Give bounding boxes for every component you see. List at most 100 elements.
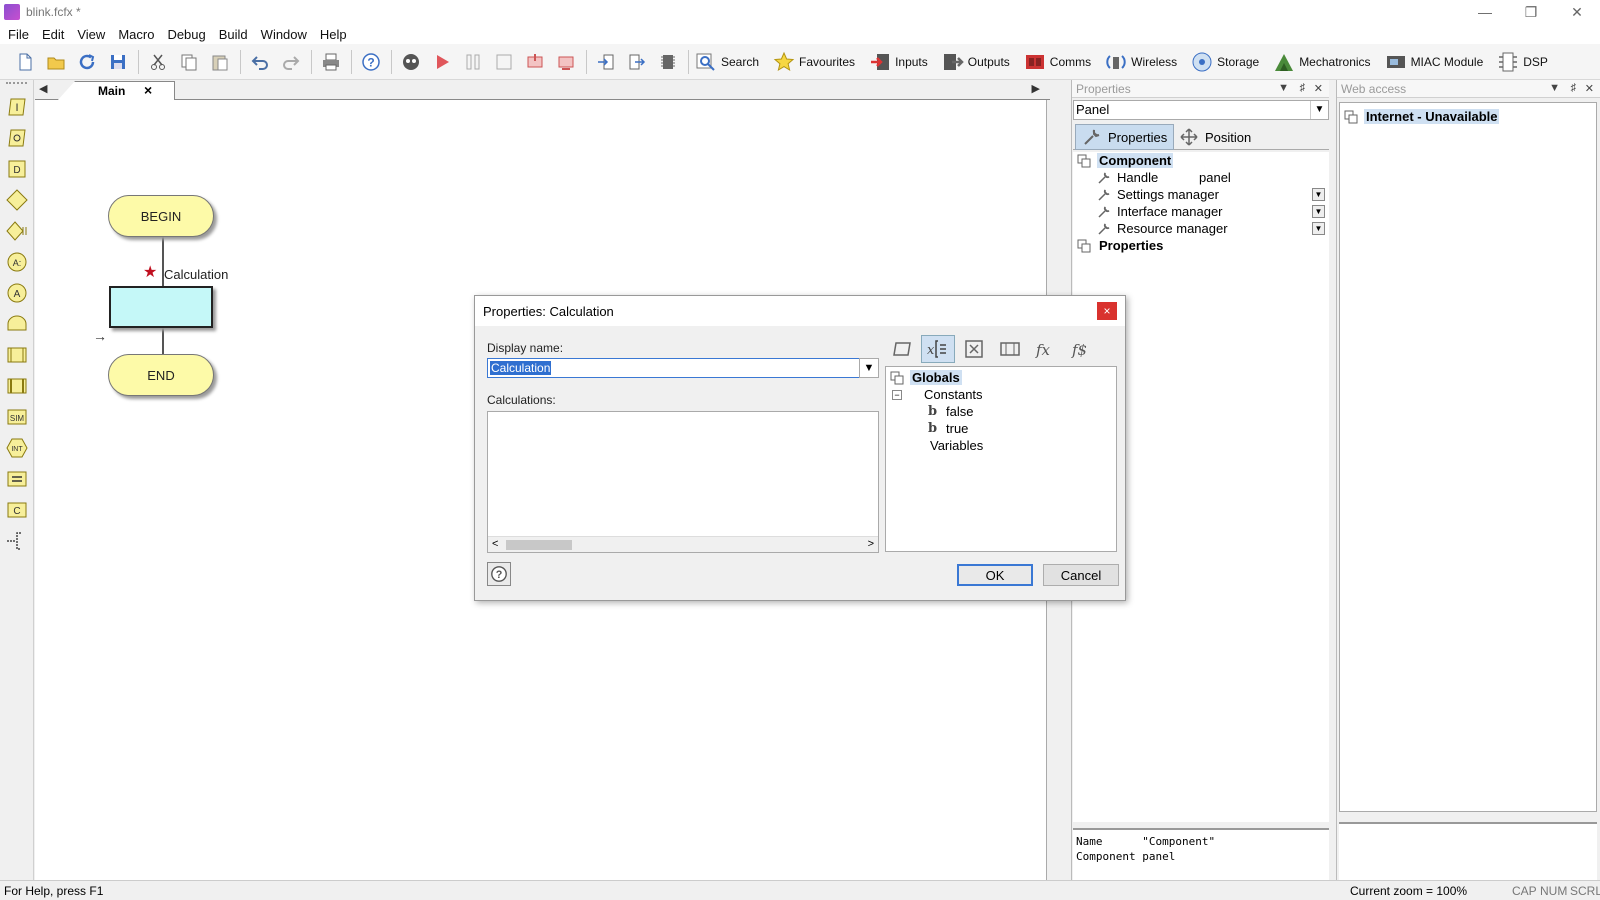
tab-properties[interactable]: Properties	[1075, 124, 1175, 150]
undo-button[interactable]	[247, 49, 273, 75]
mechatronics-button[interactable]: Mechatronics	[1273, 49, 1371, 75]
chevron-down-icon[interactable]: ▼	[1310, 101, 1328, 119]
ghost-button[interactable]	[398, 49, 424, 75]
step-in-button[interactable]	[593, 49, 619, 75]
menu-help[interactable]: Help	[320, 27, 354, 42]
tool-c-code[interactable]: C	[3, 496, 31, 524]
tool-output[interactable]	[3, 124, 31, 152]
menu-window[interactable]: Window	[261, 27, 314, 42]
calculation-icon-block[interactable]	[109, 286, 213, 328]
chevron-down-icon[interactable]: ▼	[1312, 188, 1325, 201]
panel-close-icon[interactable]: ✕	[1314, 82, 1323, 95]
menu-macro[interactable]: Macro	[118, 27, 161, 42]
dialog-help-button[interactable]: ?	[487, 562, 511, 586]
tab-position[interactable]: Position	[1173, 124, 1257, 150]
scroll-right-icon[interactable]: >	[868, 538, 874, 550]
run-button[interactable]	[429, 49, 455, 75]
comms-button[interactable]: Comms	[1024, 49, 1091, 75]
menu-edit[interactable]: Edit	[42, 27, 71, 42]
pin-icon[interactable]: ♯	[1300, 82, 1306, 94]
tree-node-constants[interactable]: − Constants	[886, 386, 1116, 403]
horizontal-scrollbar[interactable]: < >	[488, 536, 878, 552]
tab-scroll-right[interactable]: ▶	[1032, 82, 1040, 95]
storage-button[interactable]: Storage	[1191, 49, 1259, 75]
search-button[interactable]: Search	[695, 49, 759, 75]
tool-simulation[interactable]: SIM	[3, 403, 31, 431]
print-button[interactable]	[318, 49, 344, 75]
components-button[interactable]	[993, 335, 1027, 363]
tree-node-variables[interactable]: Variables	[886, 437, 1116, 454]
property-row-resource-manager[interactable]: Resource manager ▼	[1073, 220, 1329, 237]
tool-calculation[interactable]	[3, 465, 31, 493]
internet-status-row[interactable]: Internet - Unavailable	[1344, 109, 1500, 124]
tool-loop[interactable]	[3, 310, 31, 338]
tree-node-false[interactable]: b false	[886, 403, 1116, 420]
scrollbar-thumb[interactable]	[506, 540, 572, 550]
pin-icon[interactable]: ♯	[1571, 82, 1577, 94]
paste-button[interactable]	[207, 49, 233, 75]
restore-button[interactable]: ❐	[1508, 0, 1554, 24]
globals-button[interactable]: x	[921, 335, 955, 363]
menu-view[interactable]: View	[77, 27, 112, 42]
tab-close-icon[interactable]: ×	[144, 82, 152, 98]
tab-main[interactable]: Main ×	[57, 81, 175, 101]
calculations-editor[interactable]: < >	[487, 411, 879, 553]
step-out-button[interactable]	[624, 49, 650, 75]
category-properties[interactable]: Properties	[1073, 237, 1329, 254]
dialog-close-button[interactable]: ×	[1097, 302, 1117, 320]
close-window-button[interactable]: ✕	[1554, 0, 1600, 24]
redo-button[interactable]	[278, 49, 304, 75]
property-row-settings-manager[interactable]: Settings manager ▼	[1073, 186, 1329, 203]
help-button[interactable]: ?	[358, 49, 384, 75]
pause-button[interactable]	[460, 49, 486, 75]
tool-connection-point-a[interactable]: A	[3, 279, 31, 307]
stop-button[interactable]	[491, 49, 517, 75]
property-value[interactable]: panel	[1199, 170, 1231, 185]
menu-file[interactable]: File	[8, 27, 36, 42]
panel-menu-icon[interactable]: ▼	[1278, 82, 1289, 94]
tool-interrupt[interactable]: INT	[3, 434, 31, 462]
inputs-button[interactable]: Inputs	[869, 49, 928, 75]
miac-module-button[interactable]: MIAC Module	[1385, 49, 1483, 75]
dsp-button[interactable]: DSP	[1497, 49, 1548, 75]
toolbar-grip[interactable]	[6, 82, 27, 90]
cut-button[interactable]	[145, 49, 171, 75]
tool-input[interactable]: I	[3, 93, 31, 121]
copy-button[interactable]	[176, 49, 202, 75]
new-button[interactable]	[12, 49, 38, 75]
ports-button[interactable]	[885, 335, 919, 363]
panel-close-icon[interactable]: ✕	[1585, 82, 1594, 95]
outputs-button[interactable]: Outputs	[942, 49, 1010, 75]
display-name-dropdown[interactable]: ▼	[859, 358, 879, 378]
save-button[interactable]	[105, 49, 131, 75]
chevron-down-icon[interactable]: ▼	[1312, 222, 1325, 235]
property-row-interface-manager[interactable]: Interface manager ▼	[1073, 203, 1329, 220]
tool-switch[interactable]	[3, 217, 31, 245]
step-button[interactable]	[522, 49, 548, 75]
tool-comment[interactable]	[3, 527, 31, 555]
locals-button[interactable]	[957, 335, 991, 363]
open-button[interactable]	[43, 49, 69, 75]
end-terminal[interactable]: END	[108, 354, 214, 396]
panel-menu-icon[interactable]: ▼	[1549, 82, 1560, 94]
begin-terminal[interactable]: BEGIN	[108, 195, 214, 237]
minimize-button[interactable]: —	[1462, 0, 1508, 24]
chevron-down-icon[interactable]: ▼	[1312, 205, 1325, 218]
tree-node-globals[interactable]: Globals	[886, 369, 1116, 386]
collapse-icon[interactable]: −	[892, 389, 902, 400]
string-functions-button[interactable]: f$	[1065, 335, 1099, 363]
tool-decision[interactable]	[3, 186, 31, 214]
tool-component-macro[interactable]	[3, 372, 31, 400]
category-component[interactable]: Component	[1073, 152, 1329, 169]
ok-button[interactable]: OK	[957, 564, 1033, 586]
favourites-button[interactable]: Favourites	[773, 49, 855, 75]
wireless-button[interactable]: Wireless	[1105, 49, 1177, 75]
tab-scroll-left[interactable]: ◀	[39, 82, 47, 95]
step-over-button[interactable]	[553, 49, 579, 75]
chip-button[interactable]	[655, 49, 681, 75]
tree-node-true[interactable]: b true	[886, 420, 1116, 437]
cancel-button[interactable]: Cancel	[1043, 564, 1119, 586]
refresh-button[interactable]	[74, 49, 100, 75]
tool-macro[interactable]	[3, 341, 31, 369]
scroll-left-icon[interactable]: <	[492, 538, 498, 550]
